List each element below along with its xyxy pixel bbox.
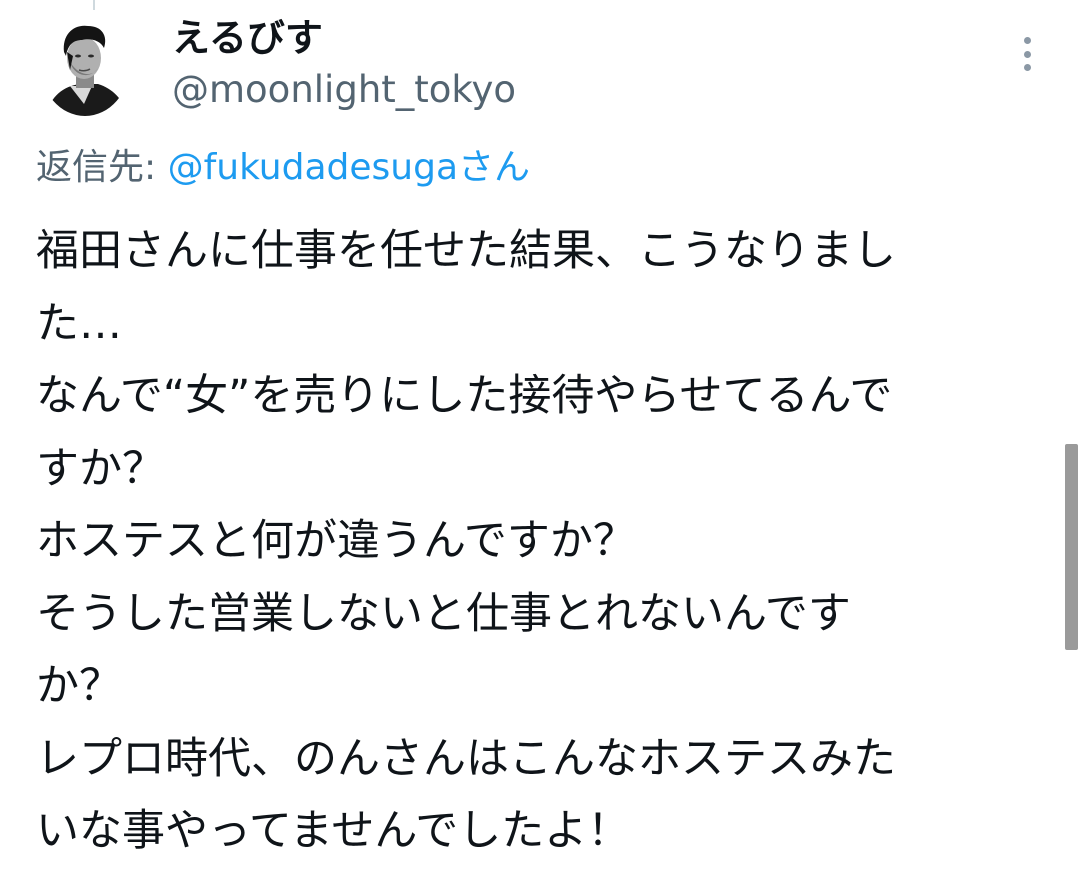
tweet-line: レプロ時代、のんさんはこんなホステスみた <box>36 733 896 784</box>
tweet-line: ホステスと何が違うんですか？ <box>36 516 636 566</box>
tweet-line: た… <box>36 298 122 349</box>
reply-context: 返信先: @fukudadesugaさん <box>36 144 530 192</box>
avatar-image <box>40 12 130 116</box>
avatar[interactable] <box>40 12 130 116</box>
user-handle[interactable]: @moonlight_tokyo <box>172 66 516 114</box>
tweet-line: なんで“女”を売りにした接待やらせてるんで <box>36 371 893 421</box>
tweet-line: 福田さんに仕事を任せた結果、こうなりまし <box>36 226 896 276</box>
more-vertical-icon <box>1023 37 1031 44</box>
reply-prefix: 返信先: <box>36 147 168 188</box>
scrollbar-thumb[interactable] <box>1065 444 1078 650</box>
tweet-text: 福田さんに仕事を任せた結果、こうなりまし た… なんで“女”を売りにした接待やら… <box>36 215 1041 868</box>
reply-to-link[interactable]: @fukudadesugaさん <box>168 147 530 188</box>
display-name[interactable]: えるびす <box>172 14 323 62</box>
more-vertical-icon-dot <box>1023 64 1031 71</box>
more-options-button[interactable] <box>1012 34 1042 74</box>
tweet-line: いな事やってませんでしたよ！ <box>36 806 631 856</box>
tweet-line: そうした営業しないと仕事とれないんです <box>36 588 851 639</box>
more-vertical-icon-dot <box>1023 50 1031 58</box>
tweet-line: すか？ <box>36 443 165 494</box>
tweet-line: か？ <box>36 661 122 711</box>
thread-connector-line <box>93 0 95 10</box>
